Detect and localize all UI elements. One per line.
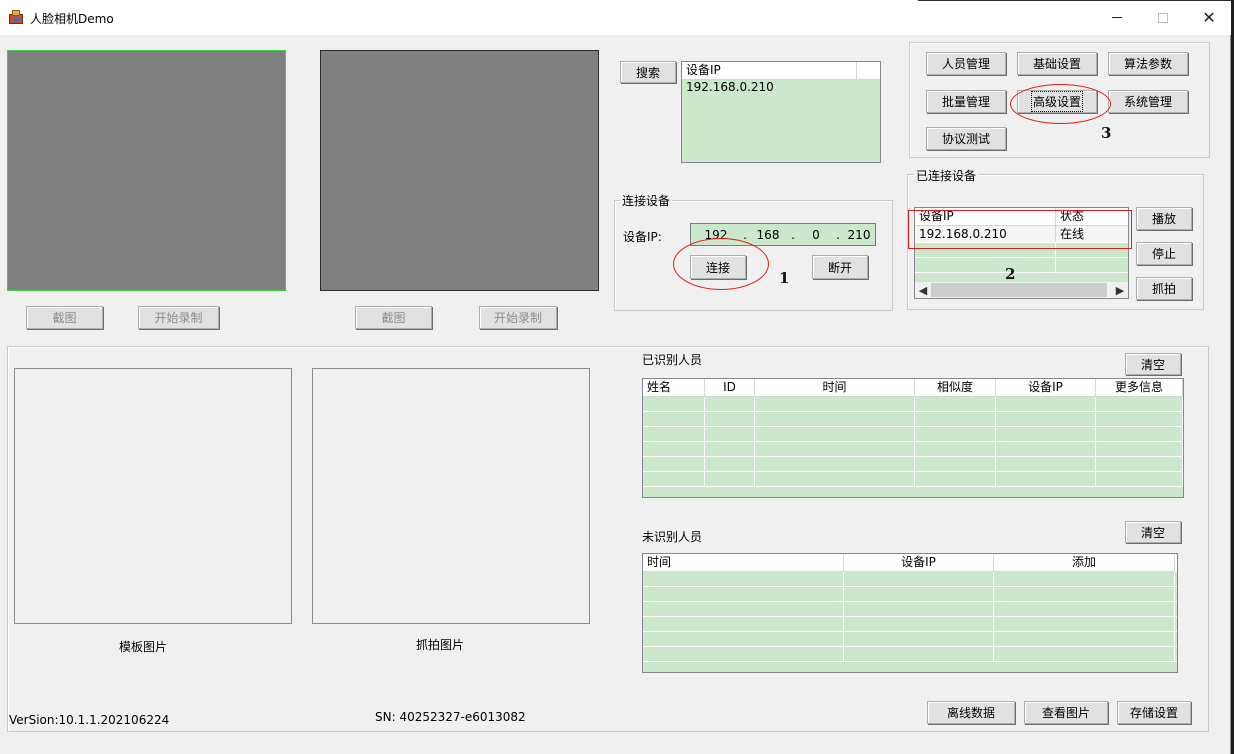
recognized-list-header: 姓名 ID 时间 相似度 设备IP 更多信息 [643, 379, 1183, 397]
ip-octet-2: 168 [756, 227, 780, 242]
video-panel-right[interactable] [320, 50, 599, 291]
right-screenshot-button[interactable]: 截图 [355, 306, 432, 329]
play-button[interactable]: 播放 [1136, 207, 1192, 230]
recognized-title: 已识别人员 [642, 353, 703, 367]
stop-button[interactable]: 停止 [1136, 242, 1192, 265]
annotation-number-3: 3 [1101, 124, 1112, 142]
unrecognized-list-body [643, 572, 1177, 672]
close-button[interactable]: ✕ [1186, 0, 1232, 35]
annotation-number-1: 1 [779, 269, 790, 287]
window-title: 人脸相机Demo [30, 12, 114, 26]
minimize-icon [1112, 17, 1122, 18]
maximize-icon [1158, 12, 1168, 23]
column-header-device-ip[interactable]: 设备IP [844, 554, 994, 572]
search-button[interactable]: 搜索 [620, 61, 676, 83]
column-header-similarity[interactable]: 相似度 [915, 379, 996, 397]
right-record-button[interactable]: 开始录制 [479, 306, 557, 329]
search-result-item[interactable]: 192.168.0.210 [682, 80, 880, 95]
column-header-id[interactable]: ID [705, 379, 755, 397]
unrecognized-list-header: 时间 设备IP 添加 [643, 554, 1175, 572]
recognized-list[interactable]: 姓名 ID 时间 相似度 设备IP 更多信息 [642, 378, 1184, 498]
unrecognized-list[interactable]: 时间 设备IP 添加 [642, 553, 1178, 673]
search-list-header: 设备IP [682, 62, 880, 80]
offline-data-button[interactable]: 离线数据 [927, 701, 1015, 724]
scroll-right-icon[interactable]: ▶ [1112, 282, 1128, 298]
template-image-box [14, 368, 292, 624]
person-management-button[interactable]: 人员管理 [926, 52, 1006, 75]
column-header-time[interactable]: 时间 [755, 379, 915, 397]
background-edge [918, 0, 1231, 1]
storage-settings-button[interactable]: 存储设置 [1117, 701, 1191, 724]
column-header-add[interactable]: 添加 [994, 554, 1175, 572]
minimize-button[interactable] [1094, 0, 1140, 35]
version-text: VerSion:10.1.1.202106224 [9, 713, 170, 727]
app-icon [9, 10, 23, 24]
maximize-button[interactable] [1140, 0, 1186, 35]
horizontal-scrollbar[interactable]: ◀ ▶ [915, 282, 1128, 298]
search-result-list[interactable]: 设备IP 192.168.0.210 [681, 61, 881, 163]
scroll-thumb[interactable] [931, 283, 1107, 297]
annotation-number-2: 2 [1005, 265, 1016, 283]
scroll-left-icon[interactable]: ◀ [915, 282, 931, 298]
column-header-device-ip[interactable]: 设备IP [682, 62, 857, 80]
column-header-name[interactable]: 姓名 [643, 379, 705, 397]
title-bar: 人脸相机Demo ✕ [0, 0, 1231, 35]
ip-octet-4: 210 [847, 227, 871, 242]
basic-settings-button[interactable]: 基础设置 [1017, 52, 1097, 75]
template-image-label: 模板图片 [119, 640, 168, 654]
capture-image-box [312, 368, 590, 624]
capture-image-label: 抓拍图片 [416, 638, 465, 652]
disconnect-button[interactable]: 断开 [812, 255, 868, 279]
protocol-test-button[interactable]: 协议测试 [926, 127, 1006, 150]
left-screenshot-button[interactable]: 截图 [26, 306, 103, 329]
device-ip-label: 设备IP: [623, 230, 662, 244]
serial-number-text: SN: 40252327-e6013082 [375, 710, 526, 724]
algorithm-params-button[interactable]: 算法参数 [1108, 52, 1188, 75]
capture-button[interactable]: 抓拍 [1136, 277, 1192, 300]
column-header-time[interactable]: 时间 [643, 554, 844, 572]
left-record-button[interactable]: 开始录制 [138, 306, 219, 329]
connect-group-title: 连接设备 [620, 192, 673, 209]
unrecognized-clear-button[interactable]: 清空 [1125, 521, 1181, 543]
annotation-circle-advanced [1010, 84, 1111, 124]
recognized-list-body [643, 397, 1183, 497]
batch-management-button[interactable]: 批量管理 [926, 90, 1006, 113]
connected-group-title: 已连接设备 [914, 167, 979, 184]
close-icon: ✕ [1202, 8, 1216, 27]
annotation-box-connected-device [908, 210, 1132, 249]
column-header-device-ip[interactable]: 设备IP [996, 379, 1096, 397]
unrecognized-title: 未识别人员 [642, 530, 703, 544]
recognized-clear-button[interactable]: 清空 [1125, 353, 1181, 375]
video-panel-left[interactable] [7, 50, 286, 291]
column-header-more-info[interactable]: 更多信息 [1096, 379, 1183, 397]
app-window: 人脸相机Demo ✕ 截图 开始录制 截图 开始录制 搜索 设备IP 192.1… [0, 0, 1231, 754]
annotation-circle-connect [673, 238, 769, 290]
view-images-button[interactable]: 查看图片 [1024, 701, 1108, 724]
ip-octet-3: 0 [812, 227, 820, 242]
system-management-button[interactable]: 系统管理 [1108, 90, 1188, 113]
